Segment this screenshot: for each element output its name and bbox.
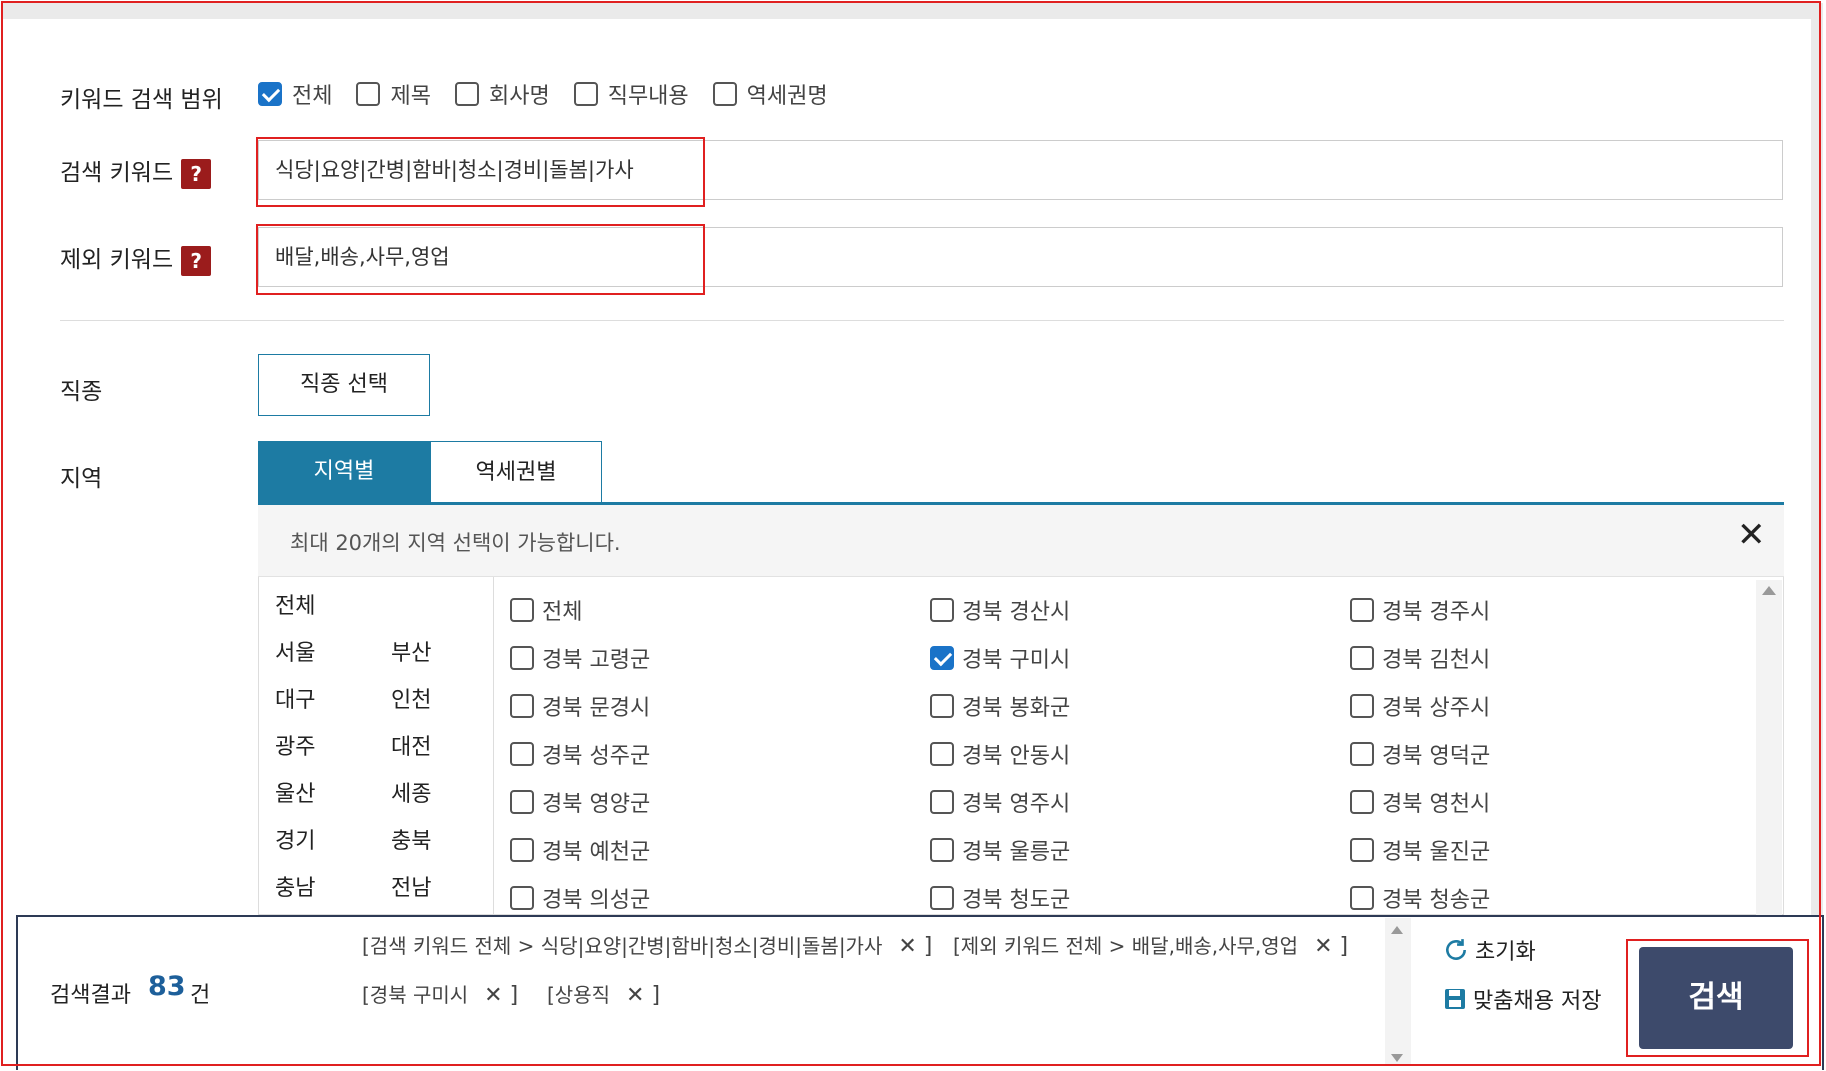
screenshot-frame — [1, 1, 1821, 1066]
